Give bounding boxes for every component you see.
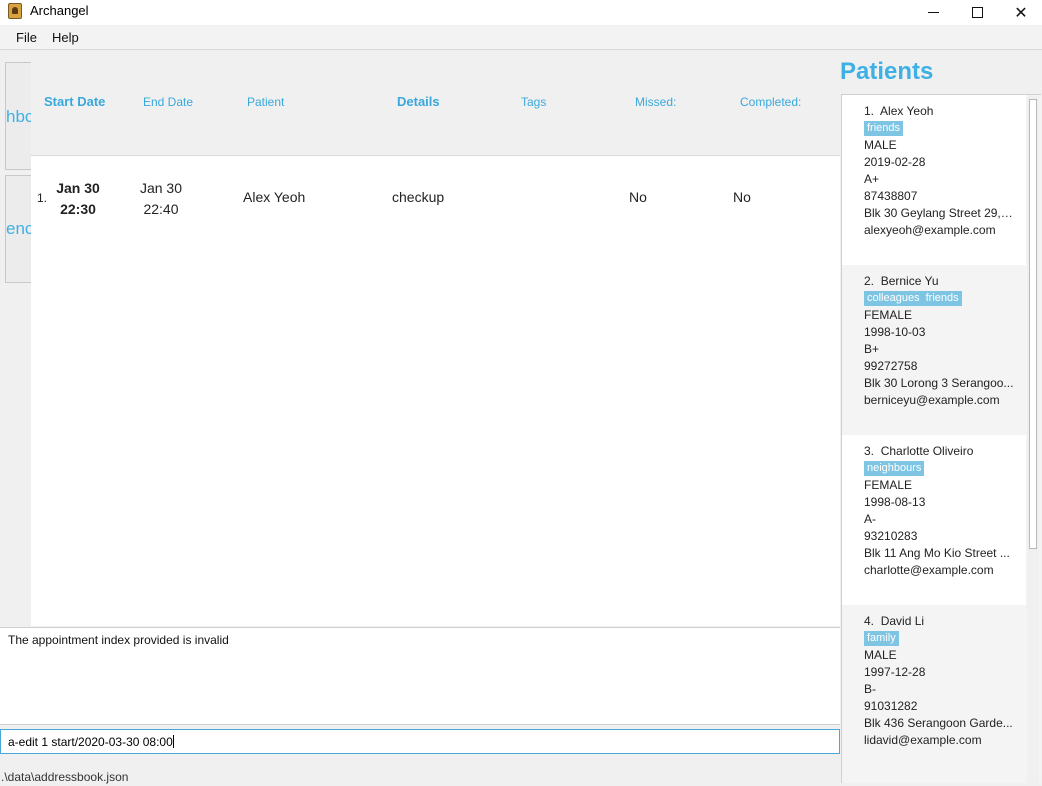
patient-dob: 1998-10-03 (864, 325, 926, 339)
patient-dob: 1997-12-28 (864, 665, 926, 679)
patient-dob: 2019-02-28 (864, 155, 926, 169)
appointment-start-date: Jan 30 (56, 180, 100, 196)
patient-name: David Li (880, 614, 925, 628)
patient-tags: colleagues friends (864, 290, 1026, 307)
appointment-list[interactable]: 1. Jan 30 22:30 Jan 30 22:40 Alex Yeoh c… (31, 155, 840, 626)
minimize-icon (927, 12, 939, 13)
patient-phone: 91031282 (864, 699, 918, 713)
header-details: Details (397, 94, 440, 109)
command-text: a-edit 1 start/2020-03-30 08:00 (8, 735, 173, 749)
patient-card[interactable]: 2. Bernice Yu colleagues friends FEMALE 1… (842, 265, 1026, 435)
status-file-path: .\data\addressbook.json (1, 770, 129, 784)
patient-tag: family (864, 631, 899, 646)
patient-tags: family (864, 630, 1026, 647)
header-missed: Missed: (635, 95, 677, 109)
patient-tag: neighbours (864, 461, 925, 476)
patient-email: lidavid@example.com (864, 733, 982, 747)
patient-card[interactable]: 1. Alex Yeoh friends MALE 2019-02-28 A+ … (842, 95, 1026, 265)
scrollbar-thumb[interactable] (1029, 99, 1037, 549)
window-title: Archangel (30, 3, 89, 18)
appointment-index: 1. (37, 191, 48, 205)
patient-name-line: 3. Charlotte Oliveiro (864, 443, 1014, 460)
side-tab-2[interactable]: enc (5, 175, 31, 283)
close-button[interactable]: ✕ (998, 0, 1042, 25)
patient-card[interactable]: 4. David Li family MALE 1997-12-28 B- 91… (842, 605, 1026, 775)
appointment-row[interactable]: 1. Jan 30 22:30 Jan 30 22:40 Alex Yeoh c… (31, 156, 840, 236)
patient-blood-type: A+ (864, 172, 880, 186)
status-bar: .\data\addressbook.json (0, 768, 840, 784)
appointment-header: Start Date End Date Patient Details Tags… (31, 62, 840, 155)
patient-index: 2. (864, 274, 875, 288)
patient-card[interactable]: 3. Charlotte Oliveiro neighbours FEMALE … (842, 435, 1026, 605)
patient-tag: friends (864, 121, 904, 136)
patient-phone: 93210283 (864, 529, 918, 543)
appointment-completed: No (733, 189, 751, 205)
patient-blood-type: A- (864, 512, 876, 526)
patients-title: Patients (840, 58, 934, 85)
patient-email: berniceyu@example.com (864, 393, 1000, 407)
patient-tag: colleagues (864, 291, 923, 306)
patient-dob: 1998-08-13 (864, 495, 926, 509)
appointment-end-date: Jan 30 (139, 180, 183, 196)
minimize-button[interactable] (910, 0, 956, 25)
header-end-date: End Date (143, 95, 194, 109)
header-patient: Patient (247, 95, 285, 109)
patient-phone: 99272758 (864, 359, 918, 373)
patient-blood-type: B+ (864, 342, 880, 356)
patient-email: alexyeoh@example.com (864, 223, 996, 237)
patient-list-scrollbar[interactable] (1027, 96, 1039, 783)
appointment-missed: No (629, 189, 647, 205)
result-display: The appointment index provided is invali… (0, 627, 840, 725)
side-tab-1[interactable]: hbc (5, 62, 31, 170)
menu-bar: File Help (0, 26, 1042, 50)
side-tab-2-label: enc (6, 219, 31, 238)
appointment-end-time: 22:40 (143, 201, 179, 217)
patient-address: Blk 30 Lorong 3 Serangoo... (864, 376, 1014, 390)
appointment-start-time: 22:30 (60, 201, 96, 217)
appointment-start: Jan 30 22:30 (53, 178, 103, 220)
patient-gender: MALE (864, 648, 897, 662)
title-bar: Archangel ✕ (0, 0, 1042, 25)
header-completed: Completed: (740, 95, 802, 109)
patient-tags: neighbours (864, 460, 1026, 477)
close-icon: ✕ (1014, 4, 1028, 22)
maximize-icon (971, 7, 983, 18)
patient-name-line: 1. Alex Yeoh (864, 103, 1014, 120)
patient-email: charlotte@example.com (864, 563, 994, 577)
patient-name-line: 4. David Li (864, 613, 1014, 630)
patient-address: Blk 11 Ang Mo Kio Street ... (864, 546, 1010, 560)
text-caret (172, 735, 174, 748)
patient-address: Blk 30 Geylang Street 29, ... (864, 206, 1014, 220)
patient-blood-type: B- (864, 682, 876, 696)
patient-tags: friends (864, 120, 1026, 137)
patient-index: 1. (864, 104, 875, 118)
patient-phone: 87438807 (864, 189, 918, 203)
header-tags: Tags (521, 95, 547, 109)
patient-list[interactable]: 1. Alex Yeoh friends MALE 2019-02-28 A+ … (841, 94, 1041, 783)
patient-gender: FEMALE (864, 478, 913, 492)
result-message: The appointment index provided is invali… (8, 633, 229, 647)
patient-name: Charlotte Oliveiro (880, 444, 974, 458)
menu-help[interactable]: Help (52, 30, 79, 45)
patient-address: Blk 436 Serangoon Garde... (864, 716, 1013, 730)
command-input[interactable]: a-edit 1 start/2020-03-30 08:00 (0, 729, 840, 754)
menu-file[interactable]: File (16, 30, 37, 45)
patient-index: 4. (864, 614, 875, 628)
appointment-patient: Alex Yeoh (243, 189, 306, 205)
appointment-end: Jan 30 22:40 (136, 178, 186, 220)
patient-gender: FEMALE (864, 308, 913, 322)
appointment-details: checkup (392, 189, 445, 205)
patient-tag: friends (922, 291, 962, 306)
patient-index: 3. (864, 444, 875, 458)
header-start-date: Start Date (44, 94, 106, 109)
app-icon (8, 3, 22, 19)
maximize-button[interactable] (954, 0, 1000, 25)
patient-gender: MALE (864, 138, 897, 152)
patient-name: Bernice Yu (880, 274, 939, 288)
patient-name-line: 2. Bernice Yu (864, 273, 1014, 290)
patient-name: Alex Yeoh (880, 104, 934, 118)
side-tab-1-label: hbc (6, 107, 31, 126)
